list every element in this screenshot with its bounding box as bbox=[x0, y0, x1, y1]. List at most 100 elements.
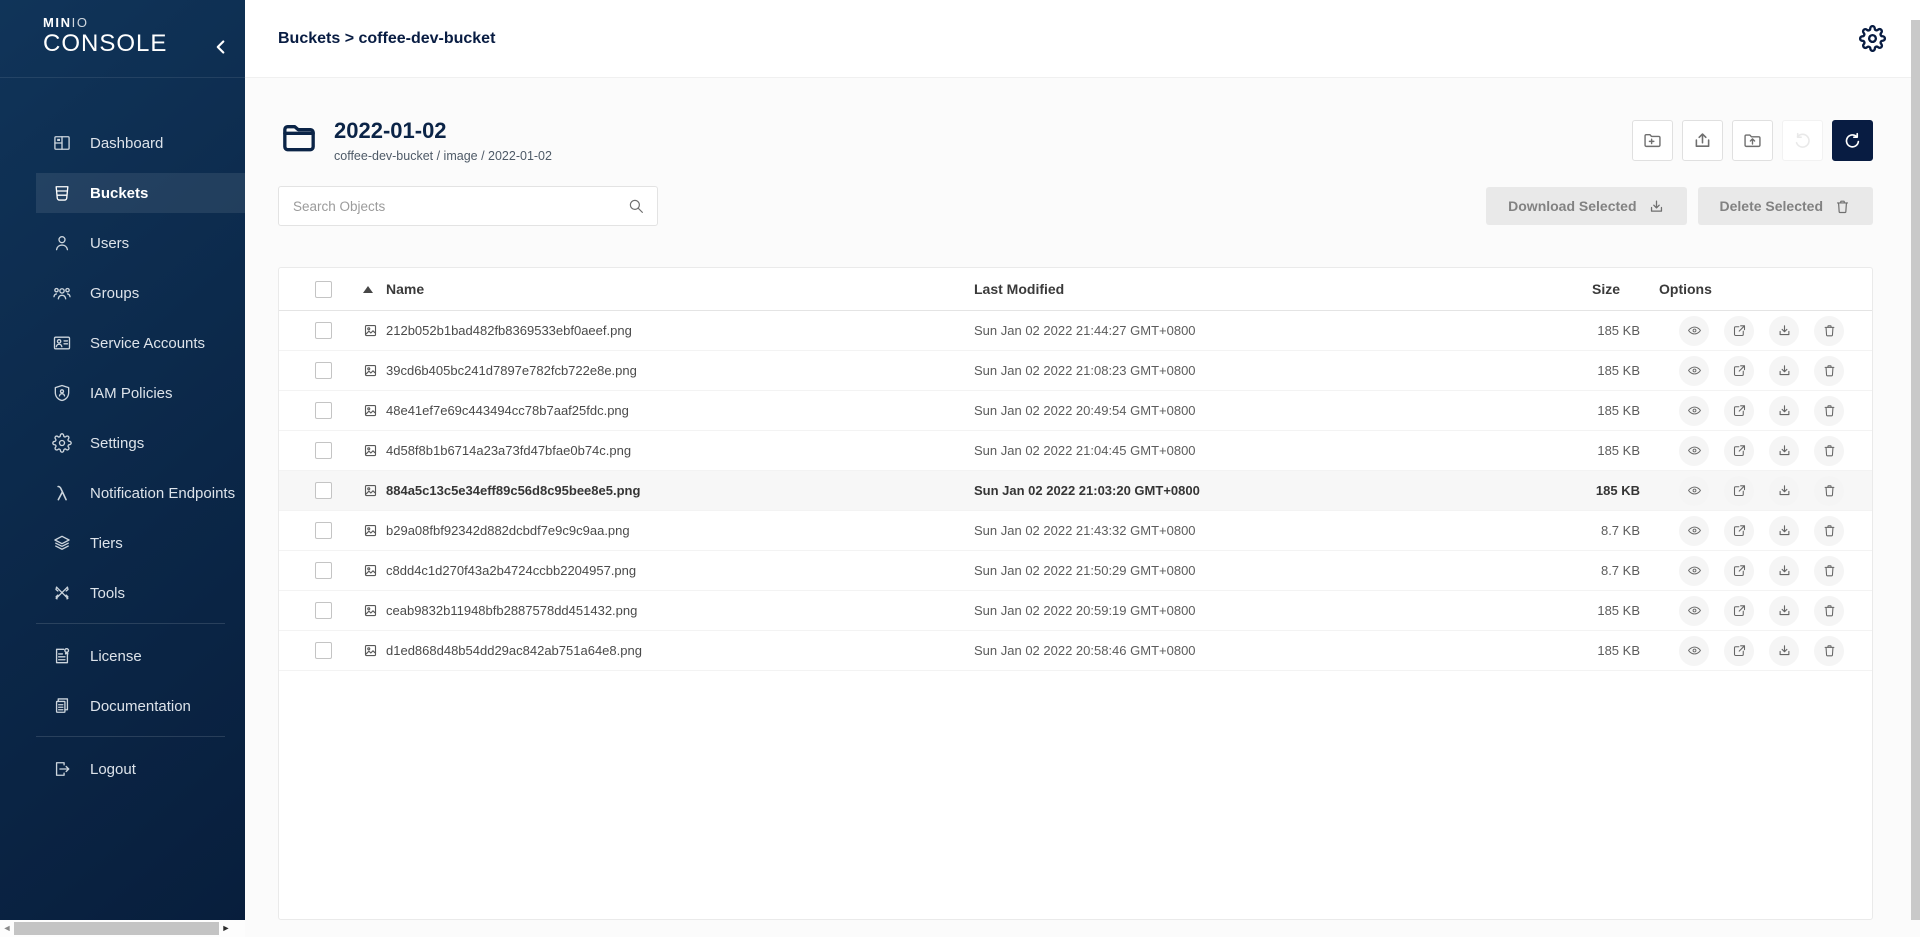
object-size: 8.7 KB bbox=[1574, 563, 1644, 578]
row-checkbox[interactable] bbox=[315, 642, 332, 659]
sidebar-item-users[interactable]: Users bbox=[36, 223, 245, 263]
trash-icon bbox=[1822, 603, 1837, 618]
sidebar-item-tiers[interactable]: Tiers bbox=[36, 523, 245, 563]
table-row[interactable]: ceab9832b11948bfb2887578dd451432.pngSun … bbox=[279, 591, 1872, 631]
preview-button[interactable] bbox=[1679, 636, 1709, 666]
share-button[interactable] bbox=[1724, 396, 1754, 426]
download-selected-button[interactable]: Download Selected bbox=[1486, 187, 1686, 225]
share-button[interactable] bbox=[1724, 356, 1754, 386]
delete-button[interactable] bbox=[1814, 316, 1844, 346]
row-checkbox[interactable] bbox=[315, 522, 332, 539]
table-row[interactable]: 39cd6b405bc241d7897e782fcb722e8e.pngSun … bbox=[279, 351, 1872, 391]
delete-button[interactable] bbox=[1814, 356, 1844, 386]
upload-folder-button[interactable] bbox=[1732, 120, 1773, 161]
row-checkbox[interactable] bbox=[315, 362, 332, 379]
download-button[interactable] bbox=[1769, 356, 1799, 386]
share-button[interactable] bbox=[1724, 636, 1754, 666]
row-checkbox[interactable] bbox=[315, 602, 332, 619]
upload-file-button[interactable] bbox=[1682, 120, 1723, 161]
preview-button[interactable] bbox=[1679, 596, 1709, 626]
download-button[interactable] bbox=[1769, 396, 1799, 426]
eye-icon bbox=[1687, 483, 1702, 498]
breadcrumb[interactable]: Buckets > coffee-dev-bucket bbox=[278, 30, 495, 48]
delete-button[interactable] bbox=[1814, 556, 1844, 586]
chevron-left-icon[interactable] bbox=[210, 36, 232, 58]
table-row[interactable]: d1ed868d48b54dd29ac842ab751a64e8.pngSun … bbox=[279, 631, 1872, 671]
folder-path-breadcrumb[interactable]: coffee-dev-bucket / image / 2022-01-02 bbox=[334, 149, 552, 163]
table-row[interactable]: 4d58f8b1b6714a23a73fd47bfae0b74c.pngSun … bbox=[279, 431, 1872, 471]
row-checkbox[interactable] bbox=[315, 482, 332, 499]
object-size: 185 KB bbox=[1574, 643, 1644, 658]
share-button[interactable] bbox=[1724, 316, 1754, 346]
table-row[interactable]: 884a5c13c5e34eff89c56d8c95bee8e5.pngSun … bbox=[279, 471, 1872, 511]
share-button[interactable] bbox=[1724, 596, 1754, 626]
row-checkbox[interactable] bbox=[315, 322, 332, 339]
column-name[interactable]: Name bbox=[386, 281, 424, 297]
share-button[interactable] bbox=[1724, 556, 1754, 586]
download-button[interactable] bbox=[1769, 636, 1799, 666]
download-button[interactable] bbox=[1769, 436, 1799, 466]
sidebar-item-settings[interactable]: Settings bbox=[36, 423, 245, 463]
row-checkbox[interactable] bbox=[315, 402, 332, 419]
table-row[interactable]: 48e41ef7e69c443494cc78b7aaf25fdc.pngSun … bbox=[279, 391, 1872, 431]
row-checkbox[interactable] bbox=[315, 562, 332, 579]
download-button[interactable] bbox=[1769, 596, 1799, 626]
table-row[interactable]: c8dd4c1d270f43a2b4724ccbb2204957.pngSun … bbox=[279, 551, 1872, 591]
delete-button[interactable] bbox=[1814, 596, 1844, 626]
download-selected-label: Download Selected bbox=[1508, 198, 1636, 214]
horizontal-scrollbar-thumb[interactable] bbox=[14, 922, 219, 935]
sidebar-item-tools[interactable]: Tools bbox=[36, 573, 245, 613]
topbar: Buckets > coffee-dev-bucket bbox=[245, 0, 1920, 78]
delete-button[interactable] bbox=[1814, 516, 1844, 546]
sort-asc-icon[interactable] bbox=[363, 286, 373, 293]
sidebar-item-service-accounts[interactable]: Service Accounts bbox=[36, 323, 245, 363]
sidebar-item-groups[interactable]: Groups bbox=[36, 273, 245, 313]
share-button[interactable] bbox=[1724, 516, 1754, 546]
preview-button[interactable] bbox=[1679, 396, 1709, 426]
download-button[interactable] bbox=[1769, 556, 1799, 586]
download-button[interactable] bbox=[1769, 316, 1799, 346]
preview-button[interactable] bbox=[1679, 556, 1709, 586]
download-button[interactable] bbox=[1769, 476, 1799, 506]
sidebar-item-iam-policies[interactable]: IAM Policies bbox=[36, 373, 245, 413]
sidebar-item-buckets[interactable]: Buckets bbox=[36, 173, 245, 213]
delete-button[interactable] bbox=[1814, 436, 1844, 466]
scroll-right-arrow-icon[interactable]: ► bbox=[219, 920, 233, 937]
row-checkbox[interactable] bbox=[315, 442, 332, 459]
object-size: 185 KB bbox=[1574, 443, 1644, 458]
download-icon bbox=[1777, 363, 1792, 378]
delete-selected-button[interactable]: Delete Selected bbox=[1698, 187, 1874, 225]
trash-icon bbox=[1822, 443, 1837, 458]
row-options bbox=[1644, 556, 1844, 586]
preview-button[interactable] bbox=[1679, 516, 1709, 546]
preview-button[interactable] bbox=[1679, 316, 1709, 346]
table-row[interactable]: 212b052b1bad482fb8369533ebf0aeef.pngSun … bbox=[279, 311, 1872, 351]
rewind-icon bbox=[1792, 130, 1813, 151]
scroll-left-arrow-icon[interactable]: ◄ bbox=[0, 920, 14, 937]
sidebar-item-notification-endpoints[interactable]: Notification Endpoints bbox=[36, 473, 245, 513]
eye-icon bbox=[1687, 523, 1702, 538]
objects-table: Name Last Modified Size Options 212b052b… bbox=[278, 267, 1873, 920]
share-button[interactable] bbox=[1724, 436, 1754, 466]
sidebar-item-documentation[interactable]: Documentation bbox=[36, 686, 245, 726]
delete-button[interactable] bbox=[1814, 636, 1844, 666]
table-row[interactable]: b29a08fbf92342d882dcbdf7e9c9c9aa.pngSun … bbox=[279, 511, 1872, 551]
delete-button[interactable] bbox=[1814, 476, 1844, 506]
refresh-button[interactable] bbox=[1832, 120, 1873, 161]
add-path-button[interactable] bbox=[1632, 120, 1673, 161]
logout-icon bbox=[52, 759, 72, 779]
sidebar-item-logout[interactable]: Logout bbox=[36, 749, 245, 789]
share-button[interactable] bbox=[1724, 476, 1754, 506]
preview-button[interactable] bbox=[1679, 356, 1709, 386]
vertical-scrollbar[interactable] bbox=[1911, 20, 1920, 920]
rewind-button[interactable] bbox=[1782, 120, 1823, 161]
sidebar-item-dashboard[interactable]: Dashboard bbox=[36, 123, 245, 163]
search-input[interactable] bbox=[278, 186, 658, 226]
select-all-checkbox[interactable] bbox=[315, 281, 332, 298]
preview-button[interactable] bbox=[1679, 476, 1709, 506]
delete-button[interactable] bbox=[1814, 396, 1844, 426]
download-button[interactable] bbox=[1769, 516, 1799, 546]
sidebar-item-license[interactable]: License bbox=[36, 636, 245, 676]
preview-button[interactable] bbox=[1679, 436, 1709, 466]
gear-icon[interactable] bbox=[1859, 25, 1886, 52]
